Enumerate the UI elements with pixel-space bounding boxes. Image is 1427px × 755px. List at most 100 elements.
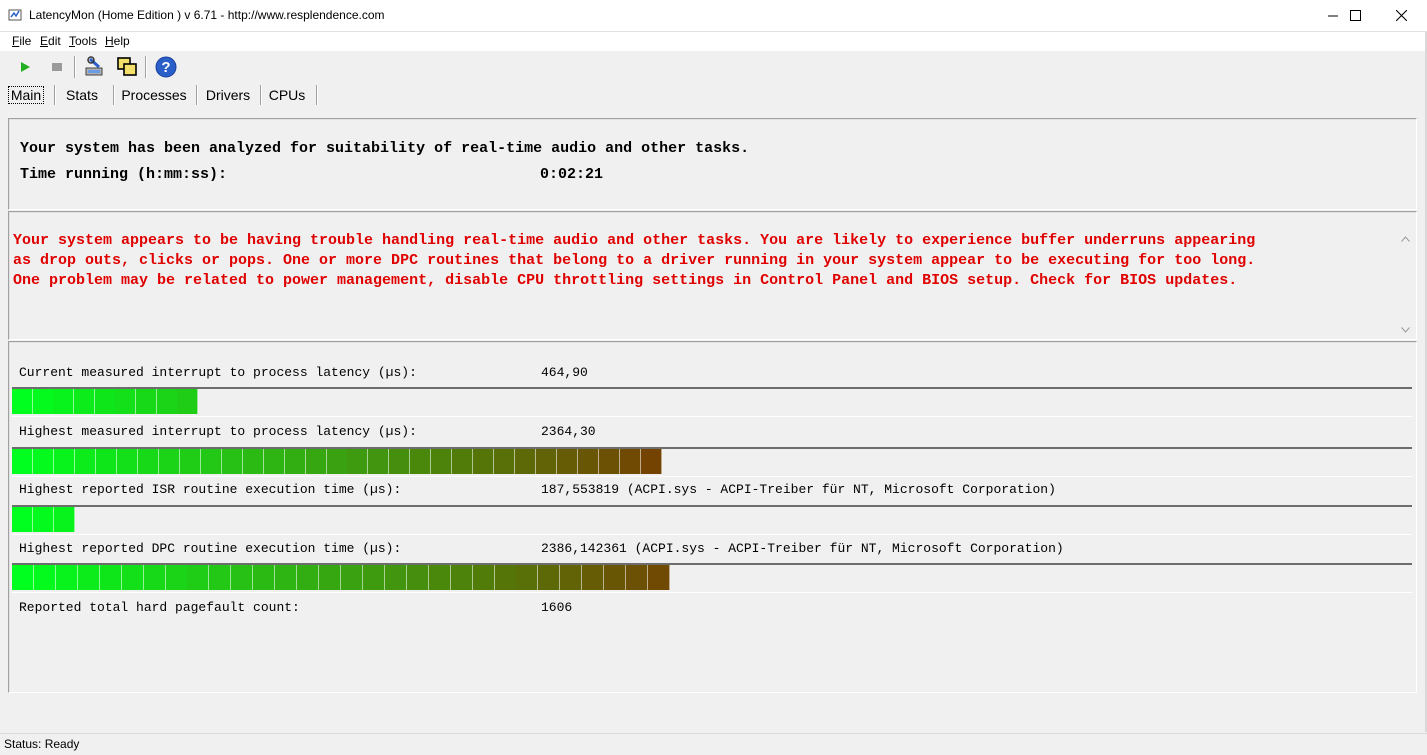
meter-segment: [209, 565, 232, 590]
meter-segment: [297, 565, 320, 590]
isr-time-meter: [12, 505, 1412, 535]
stop-icon: [52, 63, 62, 71]
close-button[interactable]: [1379, 0, 1424, 31]
meter-segment: [77, 565, 100, 590]
tab-separator: [316, 85, 317, 105]
scroll-down-button[interactable]: [1400, 325, 1410, 335]
meter-fill: [12, 449, 663, 474]
meter-segment: [384, 565, 407, 590]
isr-time-value: 187,553819 (ACPI.sys - ACPI-Treiber für …: [541, 482, 1056, 497]
latencymon-icon: [8, 8, 22, 22]
meter-segment: [12, 449, 33, 474]
tab-separator: [196, 85, 197, 105]
tab-stats[interactable]: Stats: [56, 83, 108, 107]
stop-button[interactable]: [45, 55, 69, 79]
time-running-value: 0:02:21: [540, 166, 604, 183]
tab-drivers-label: Drivers: [205, 87, 251, 103]
meter-segment: [143, 565, 166, 590]
meter-segment: [12, 565, 34, 590]
current-latency-label: Current measured interrupt to process la…: [19, 365, 417, 380]
windows-button[interactable]: [115, 55, 139, 79]
status-bar: Status: Ready: [0, 733, 1427, 755]
summary-panel: Your system has been analyzed for suitab…: [8, 118, 1417, 210]
toolbar-separator: [74, 56, 75, 78]
help-button[interactable]: ?: [154, 55, 178, 79]
current-latency-value: 464,90: [541, 365, 588, 380]
tab-cpus[interactable]: CPUs: [262, 83, 312, 107]
tab-separator: [113, 85, 114, 105]
verdict-panel: Your system appears to be having trouble…: [8, 211, 1417, 340]
start-button[interactable]: [13, 55, 37, 79]
meter-segment: [452, 449, 474, 474]
meter-segment: [604, 565, 627, 590]
meter-segment: [74, 389, 95, 414]
meter-segment: [368, 449, 390, 474]
tab-processes[interactable]: Processes: [116, 83, 192, 107]
help-icon: ?: [155, 56, 177, 78]
scroll-up-button[interactable]: [1400, 234, 1410, 244]
meter-segment: [32, 449, 54, 474]
meter-segment: [450, 565, 473, 590]
meter-segment: [410, 449, 432, 474]
meter-segment: [516, 565, 539, 590]
tab-drivers[interactable]: Drivers: [198, 83, 258, 107]
time-running-label: Time running (h:mm:ss):: [20, 166, 228, 183]
menu-tools[interactable]: Tools: [69, 34, 97, 48]
meter-segment: [187, 565, 210, 590]
dpc-time-label: Highest reported DPC routine execution t…: [19, 541, 402, 556]
tab-cpus-label: CPUs: [268, 87, 306, 103]
analyze-tools-button[interactable]: [83, 55, 107, 79]
meter-segment: [431, 449, 453, 474]
meter-segment: [494, 565, 517, 590]
meter-segment: [242, 449, 264, 474]
meter-segment: [95, 449, 117, 474]
meter-segment: [582, 565, 605, 590]
window-title: LatencyMon (Home Edition ) v 6.71 - http…: [29, 8, 385, 22]
meter-segment: [179, 449, 201, 474]
tab-main-label: Main: [7, 86, 45, 104]
chevron-down-icon: [1400, 327, 1410, 333]
meter-segment: [221, 449, 243, 474]
meter-fill: [12, 389, 199, 414]
status-text: Status: Ready: [4, 737, 80, 751]
tab-bar: Main Stats Processes Drivers CPUs: [0, 83, 1425, 107]
meter-segment: [472, 565, 495, 590]
meter-segment: [599, 449, 621, 474]
highest-latency-label: Highest measured interrupt to process la…: [19, 424, 417, 439]
meter-segment: [341, 565, 363, 590]
menu-edit[interactable]: Edit: [40, 34, 61, 48]
meter-segment: [428, 565, 451, 590]
meter-segment: [33, 507, 54, 532]
tab-processes-label: Processes: [121, 87, 187, 103]
meter-segment: [620, 449, 642, 474]
toolbar-separator: [145, 56, 146, 78]
meter-segment: [641, 449, 663, 474]
windows-icon: [117, 57, 137, 76]
menu-help[interactable]: Help: [105, 34, 130, 48]
analysis-message: Your system has been analyzed for suitab…: [20, 140, 750, 157]
meter-segment: [200, 449, 222, 474]
meter-segment: [362, 565, 385, 590]
menu-file[interactable]: File: [12, 34, 31, 48]
verdict-line: One problem may be related to power mana…: [13, 272, 1238, 289]
tab-stats-label: Stats: [66, 87, 98, 103]
meter-segment: [626, 565, 649, 590]
metrics-panel: Current measured interrupt to process la…: [8, 341, 1417, 693]
meter-fill: [12, 565, 671, 590]
maximize-button[interactable]: [1333, 0, 1378, 31]
tab-separator: [54, 85, 55, 105]
verdict-line: Your system appears to be having trouble…: [13, 232, 1256, 249]
play-icon: [21, 62, 30, 72]
meter-segment: [115, 389, 137, 414]
close-icon: [1396, 10, 1407, 21]
isr-time-label: Highest reported ISR routine execution t…: [19, 482, 402, 497]
meter-segment: [137, 449, 159, 474]
meter-segment: [648, 565, 671, 590]
meter-segment: [326, 449, 348, 474]
meter-segment: [515, 449, 537, 474]
tab-main[interactable]: Main: [2, 83, 50, 107]
chevron-up-icon: [1400, 236, 1410, 242]
pagefault-label: Reported total hard pagefault count:: [19, 600, 300, 615]
meter-segment: [12, 389, 33, 414]
meter-segment: [12, 507, 33, 532]
